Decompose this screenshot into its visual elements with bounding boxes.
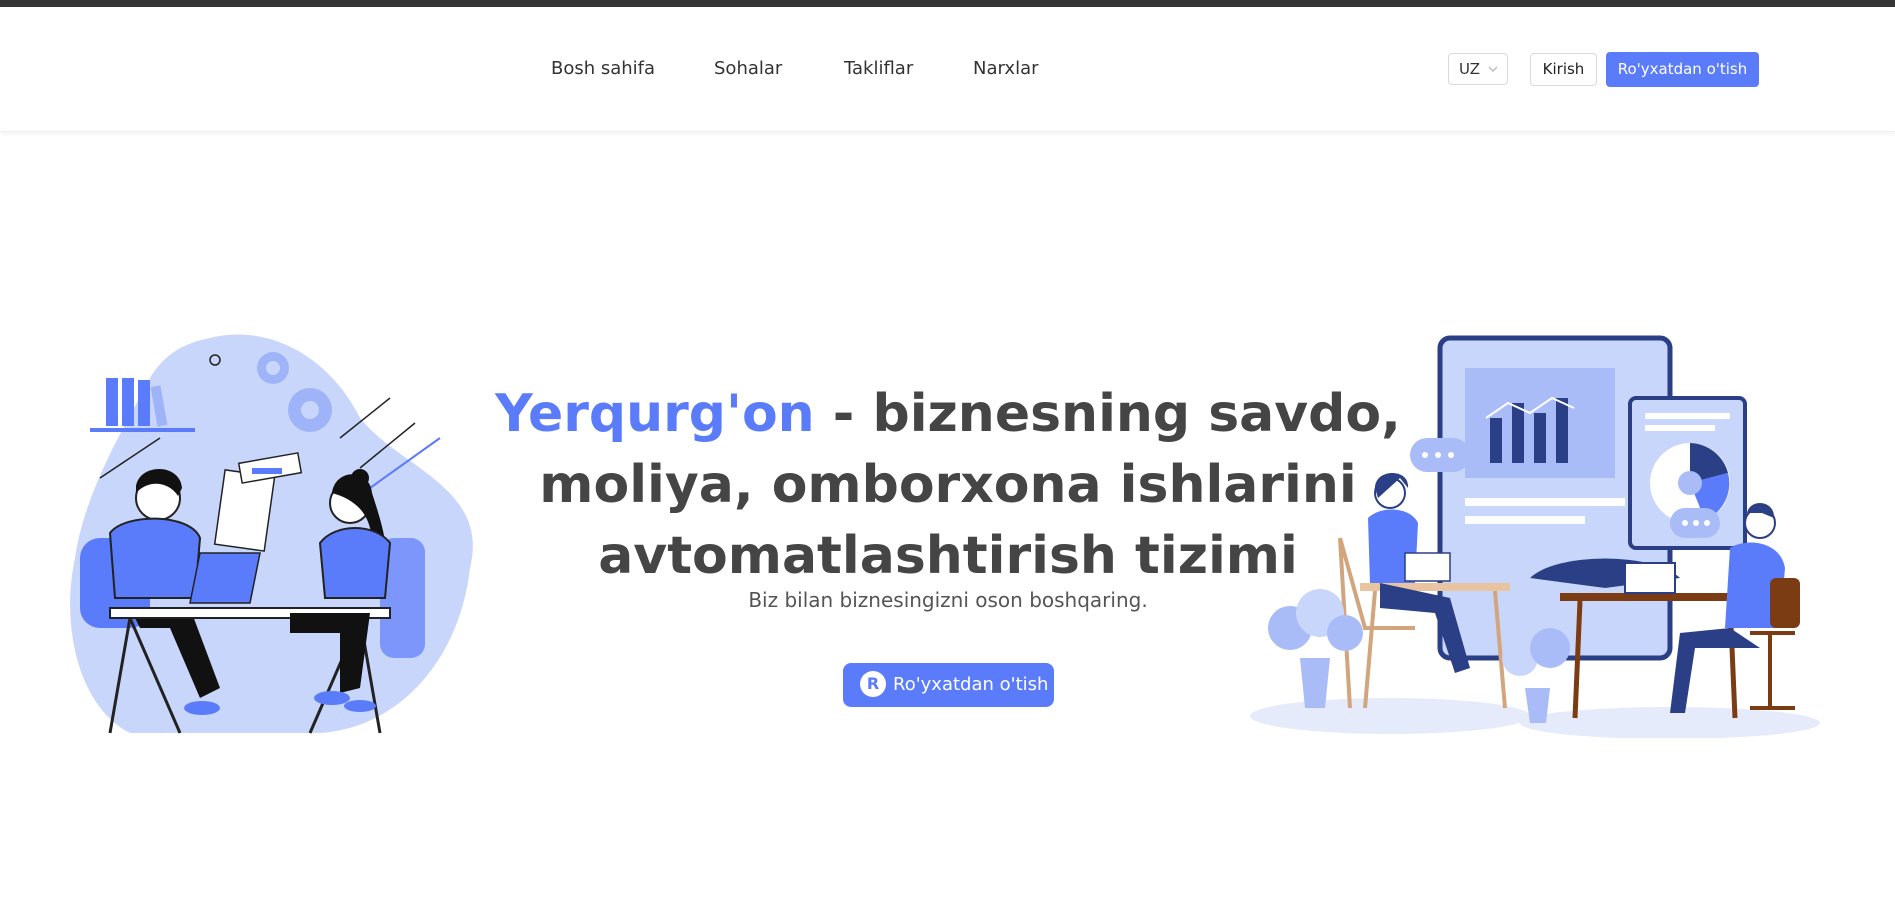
business-analytics-illustration [1250, 335, 1820, 738]
hero-subtitle: Biz bilan biznesingizni oson boshqaring. [748, 588, 1148, 612]
top-strip [0, 0, 1895, 7]
nav-home-link[interactable]: Bosh sahifa [551, 58, 655, 79]
hero-register-button[interactable]: R Ro'yxatdan o'tish [843, 663, 1054, 707]
register-button[interactable]: Ro'yxatdan o'tish [1606, 52, 1759, 87]
site-header: Bosh sahifa Sohalar Takliflar Narxlar UZ… [0, 7, 1895, 132]
language-code: UZ [1459, 60, 1480, 78]
brand-name: Yerqurg'on [495, 383, 815, 444]
stressed-people-illustration [70, 334, 473, 734]
chevron-down-icon [1488, 66, 1498, 72]
login-button[interactable]: Kirish [1530, 53, 1597, 86]
language-select[interactable]: UZ [1448, 53, 1508, 85]
nav-takliflar-link[interactable]: Takliflar [844, 58, 913, 79]
register-icon: R [860, 671, 886, 697]
nav-narxlar-link[interactable]: Narxlar [973, 58, 1039, 79]
nav-sohalar-link[interactable]: Sohalar [714, 58, 782, 79]
hero-register-label: Ro'yxatdan o'tish [893, 674, 1049, 695]
